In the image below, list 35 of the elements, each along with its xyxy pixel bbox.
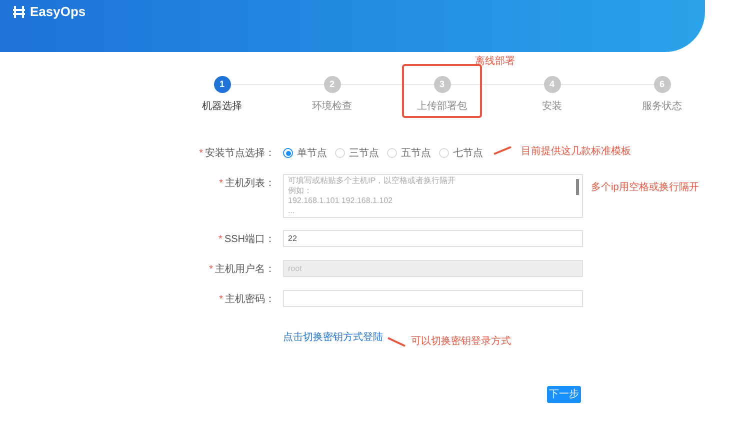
field-label: 安装节点选择： — [205, 146, 275, 160]
annotation-text: 多个ip用空格或换行隔开 — [591, 180, 699, 195]
field-label: 主机列表： — [225, 176, 275, 190]
annotation-text: 目前提供这几款标准模板 — [521, 144, 631, 159]
radio-option[interactable]: 单节点 — [283, 146, 327, 160]
radio-option[interactable]: 五节点 — [387, 146, 431, 160]
placeholder-text: 例如： — [288, 186, 313, 196]
step-label: 上传部署包 — [417, 100, 467, 114]
field-label: SSH端口： — [224, 232, 275, 246]
text-field[interactable]: 22 — [283, 230, 583, 247]
radio-option[interactable]: 三节点 — [335, 146, 379, 160]
placeholder-text: 192.168.1.101 192.168.1.102 — [288, 196, 394, 206]
placeholder-text: 可填写或粘贴多个主机IP，以空格或者换行隔开 — [288, 176, 457, 186]
step-label: 服务状态 — [642, 100, 682, 114]
required-mark: * — [218, 232, 222, 246]
step-label: 机器选择 — [202, 100, 242, 114]
required-mark: * — [219, 176, 223, 190]
annotation-text: 离线部署 — [475, 54, 515, 69]
text-field[interactable] — [283, 290, 583, 307]
next-button[interactable]: 下一步 — [547, 386, 581, 403]
switch-login-link[interactable]: 点击切换密钥方式登陆 — [283, 330, 383, 345]
logo-icon — [12, 5, 26, 19]
radio-button[interactable] — [283, 148, 293, 158]
step-label: 环境检查 — [312, 100, 352, 114]
step-label: 安装 — [542, 100, 562, 114]
scrollbar-thumb — [576, 179, 579, 195]
logo-text: EasyOps — [30, 3, 86, 22]
radio-option[interactable]: 七节点 — [439, 146, 483, 160]
annotation-text: 可以切换密钥登录方式 — [411, 334, 511, 349]
field-label: 主机密码： — [225, 292, 275, 306]
required-mark: * — [209, 262, 213, 276]
required-mark: * — [219, 292, 223, 306]
required-mark: * — [199, 146, 203, 160]
placeholder-text: ... — [288, 206, 296, 216]
field-label: 主机用户名： — [215, 262, 275, 276]
